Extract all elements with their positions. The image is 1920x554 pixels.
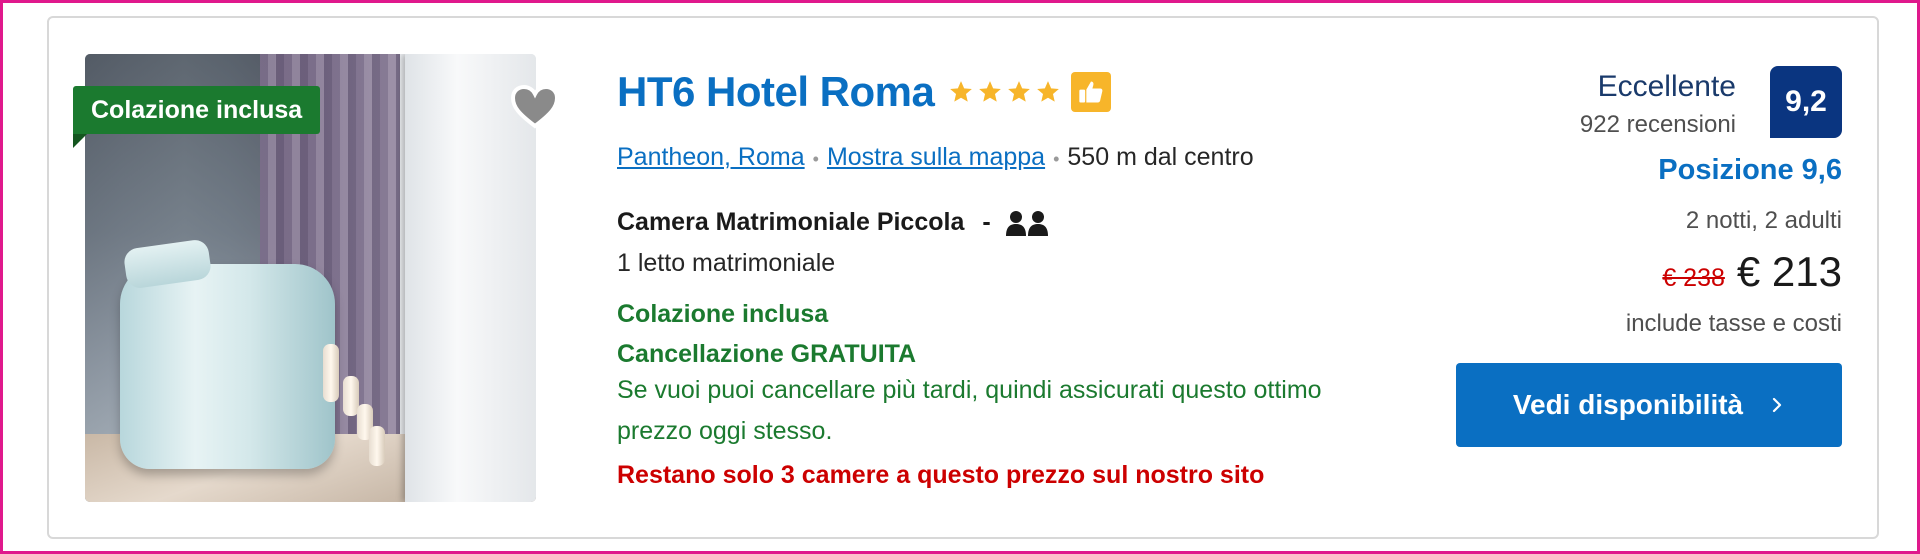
- stay-summary: 2 notti, 2 adulti: [1685, 207, 1842, 234]
- location-row: Pantheon, Roma • Mostra sulla mappa • 55…: [617, 143, 1254, 172]
- hotel-name-link[interactable]: HT6 Hotel Roma: [617, 68, 935, 116]
- two-people-icon: [1005, 210, 1048, 236]
- scarcity-message: Restano solo 3 camere a questo prezzo su…: [617, 461, 1265, 489]
- location-score: Posizione 9,6: [1658, 154, 1842, 186]
- see-availability-label: Vedi disponibilità: [1512, 389, 1744, 420]
- breakfast-badge: Colazione inclusa: [73, 86, 321, 134]
- heart-icon[interactable]: [509, 82, 561, 134]
- separator-dot: •: [1053, 149, 1060, 169]
- badge-ribbon-tail: [73, 134, 87, 148]
- distance-text: 550 m dal centro: [1067, 143, 1254, 171]
- see-availability-button[interactable]: Vedi disponibilità: [1456, 363, 1842, 447]
- rating-word[interactable]: Eccellente: [1598, 70, 1736, 104]
- star-icon: [1008, 81, 1031, 102]
- map-link[interactable]: Mostra sulla mappa: [827, 143, 1045, 172]
- review-count[interactable]: 922 recensioni: [1580, 111, 1736, 139]
- star-rating: [948, 79, 1061, 105]
- screenshot-frame: Colazione inclusa HT6 Hotel Roma Pantheo…: [0, 0, 1920, 554]
- title-row: HT6 Hotel Roma: [617, 68, 1112, 116]
- free-cancellation: Cancellazione GRATUITA: [617, 340, 917, 368]
- taxes-note: include tasse e costi: [1625, 310, 1842, 337]
- review-score-badge[interactable]: 9,2: [1770, 66, 1842, 138]
- chevron-right-icon: [1773, 397, 1782, 413]
- room-row: Camera Matrimoniale Piccola -: [617, 208, 1049, 237]
- breakfast-included: Colazione inclusa: [617, 300, 829, 328]
- location-link[interactable]: Pantheon, Roma: [617, 143, 805, 172]
- original-price: € 238: [1662, 264, 1725, 292]
- bed-info: 1 letto matrimoniale: [617, 249, 836, 277]
- cancellation-note: Se vuoi puoi cancellare più tardi, quind…: [617, 376, 1322, 445]
- thumbs-up-icon[interactable]: [1071, 72, 1112, 112]
- star-icon: [950, 81, 973, 102]
- room-dash: -: [982, 208, 991, 236]
- price-row: € 238 € 213: [1662, 248, 1842, 296]
- hotel-card[interactable]: Colazione inclusa HT6 Hotel Roma Pantheo…: [47, 16, 1879, 539]
- current-price: € 213: [1736, 248, 1842, 295]
- star-icon: [1037, 81, 1060, 102]
- room-name: Camera Matrimoniale Piccola: [617, 208, 965, 236]
- separator-dot: •: [812, 149, 819, 169]
- star-icon: [979, 81, 1002, 102]
- thumbs-up-glyph: [1079, 81, 1103, 103]
